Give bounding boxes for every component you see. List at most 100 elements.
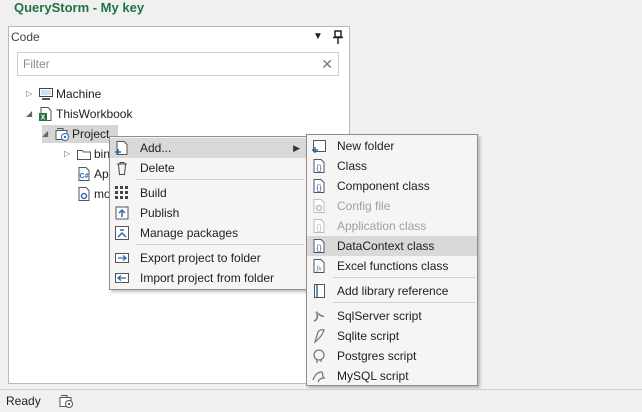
svg-text:X: X <box>41 115 46 122</box>
class-icon: {} <box>311 158 327 174</box>
menu-item-label: SqlServer script <box>337 309 422 323</box>
menu-separator <box>136 244 304 245</box>
tree-label: ThisWorkbook <box>56 107 133 121</box>
menu-item-label: Class <box>337 159 368 173</box>
tree-node-module[interactable]: mo <box>64 185 114 203</box>
menu-item-label: Excel functions class <box>337 259 449 273</box>
submenu-item-config-file: Config file <box>307 196 477 216</box>
submenu-item-add-library-reference[interactable]: Add library reference <box>307 281 477 301</box>
menu-separator <box>136 179 304 180</box>
publish-icon <box>114 205 130 221</box>
submenu-item-sqlserver-script[interactable]: SqlServer script <box>307 306 477 326</box>
menu-item-build[interactable]: Build <box>110 183 306 203</box>
menu-item-label: Sqlite script <box>337 329 400 343</box>
submenu-item-application-class: {} Application class <box>307 216 477 236</box>
status-bar: Ready <box>0 389 642 412</box>
menu-item-label: Delete <box>140 161 175 175</box>
svg-text:fx: fx <box>316 265 322 273</box>
class-icon: {} <box>311 178 327 194</box>
panel-dropdown-icon[interactable]: ▼ <box>311 29 325 45</box>
clear-filter-icon[interactable]: ✕ <box>321 55 333 73</box>
collapse-icon[interactable]: ◢ <box>26 105 36 123</box>
project-status-icon[interactable] <box>58 393 74 409</box>
export-icon <box>114 250 130 266</box>
filter-box: ✕ <box>17 52 339 76</box>
window-title: QueryStorm - My key <box>14 0 145 15</box>
panel-header: Code ▼ <box>9 27 349 47</box>
menu-item-label: Postgres script <box>337 349 417 363</box>
menu-item-label: Config file <box>337 199 391 213</box>
submenu-item-postgres-script[interactable]: Postgres script <box>307 346 477 366</box>
menu-item-manage-packages[interactable]: Manage packages <box>110 223 306 243</box>
new-folder-icon <box>311 138 327 154</box>
filter-input[interactable] <box>23 56 313 72</box>
submenu-item-class[interactable]: {} Class <box>307 156 477 176</box>
config-icon <box>311 198 327 214</box>
svg-text:C#: C# <box>80 173 89 180</box>
menu-item-label: DataContext class <box>337 239 435 253</box>
svg-text:{}: {} <box>316 184 322 193</box>
submenu-arrow-icon: ▶ <box>293 143 300 153</box>
folder-icon <box>76 146 92 162</box>
menu-item-delete[interactable]: Delete <box>110 158 306 178</box>
expand-icon[interactable]: ▷ <box>64 145 74 163</box>
sqlite-icon <box>311 328 327 344</box>
config-file-icon <box>76 186 92 202</box>
mysql-icon <box>311 368 327 384</box>
menu-item-export[interactable]: Export project to folder <box>110 248 306 268</box>
menu-item-import[interactable]: Import project from folder <box>110 268 306 288</box>
csharp-file-icon: C# <box>76 166 92 182</box>
submenu-item-mysql-script[interactable]: MySQL script <box>307 366 477 386</box>
build-icon <box>114 185 130 201</box>
function-icon: fx <box>311 258 327 274</box>
title-bar: QueryStorm - My key <box>0 0 642 20</box>
panel-title: Code <box>11 30 40 44</box>
collapse-icon[interactable]: ◢ <box>42 125 52 143</box>
svg-text:{}: {} <box>316 224 322 233</box>
library-icon <box>311 283 327 299</box>
menu-item-label: Publish <box>140 206 180 220</box>
submenu-item-excel-functions-class[interactable]: fx Excel functions class <box>307 256 477 276</box>
trash-icon <box>114 160 130 176</box>
submenu-item-datacontext-class[interactable]: {} DataContext class <box>307 236 477 256</box>
tree-label: bin <box>94 147 111 161</box>
submenu-item-new-folder[interactable]: New folder <box>307 136 477 156</box>
tree-label: Machine <box>56 87 102 101</box>
menu-item-add[interactable]: Add... ▶ <box>110 138 306 158</box>
excel-workbook-icon: X <box>38 106 54 122</box>
menu-item-label: Add... <box>140 141 172 155</box>
tree-label: Ap <box>94 167 109 181</box>
tree-node-thisworkbook[interactable]: ◢ X ThisWorkbook <box>26 105 226 123</box>
menu-separator <box>333 302 475 303</box>
package-icon <box>114 225 130 241</box>
submenu-item-sqlite-script[interactable]: Sqlite script <box>307 326 477 346</box>
menu-item-label: Manage packages <box>140 226 239 240</box>
menu-item-label: Component class <box>337 179 430 193</box>
menu-item-publish[interactable]: Publish <box>110 203 306 223</box>
menu-separator <box>333 277 475 278</box>
menu-item-label: Export project to folder <box>140 251 261 265</box>
menu-item-label: Import project from folder <box>140 271 275 285</box>
expand-icon[interactable]: ▷ <box>26 85 36 103</box>
svg-text:{}: {} <box>316 244 322 253</box>
computer-icon <box>38 86 54 102</box>
tree-node-machine[interactable]: ▷ Machine <box>26 85 226 103</box>
tree-node-app[interactable]: C# Ap <box>64 165 114 183</box>
tree-label: Project <box>72 127 110 141</box>
import-icon <box>114 270 130 286</box>
project-icon <box>54 126 70 142</box>
sqlserver-icon <box>311 308 327 324</box>
pin-icon[interactable] <box>331 29 345 45</box>
menu-item-label: New folder <box>337 139 395 153</box>
submenu-item-component-class[interactable]: {} Component class <box>307 176 477 196</box>
status-text: Ready <box>6 394 41 408</box>
menu-item-label: Build <box>140 186 167 200</box>
menu-item-label: Add library reference <box>337 284 449 298</box>
tree-node-project[interactable]: ◢ Project <box>42 125 118 143</box>
tree-node-bin[interactable]: ▷ bin <box>64 145 114 163</box>
class-icon: {} <box>311 238 327 254</box>
class-icon: {} <box>311 218 327 234</box>
context-menu: Add... ▶ Delete Build Publish Manage pac… <box>109 136 307 290</box>
svg-text:{}: {} <box>316 164 322 173</box>
menu-item-label: Application class <box>337 219 427 233</box>
